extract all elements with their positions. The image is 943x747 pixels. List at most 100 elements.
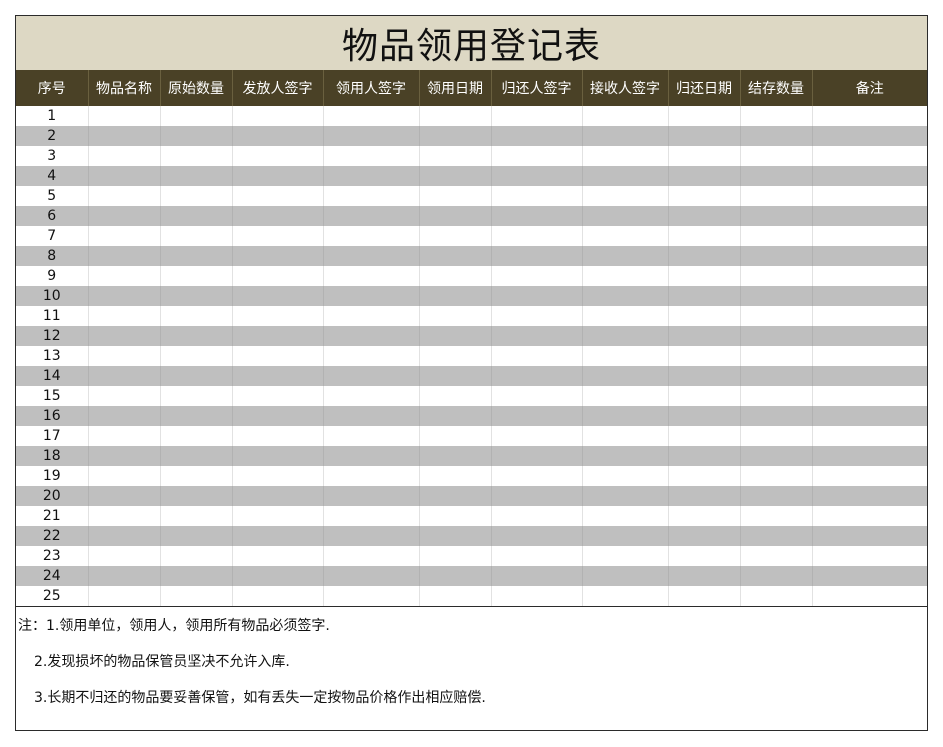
table-cell[interactable] bbox=[582, 206, 669, 226]
table-cell[interactable] bbox=[160, 306, 233, 326]
table-cell[interactable] bbox=[740, 186, 813, 206]
table-cell[interactable] bbox=[232, 346, 324, 366]
table-cell[interactable] bbox=[419, 486, 492, 506]
table-cell[interactable] bbox=[491, 586, 583, 606]
table-cell[interactable] bbox=[491, 126, 583, 146]
table-cell[interactable] bbox=[582, 246, 669, 266]
table-cell[interactable] bbox=[740, 286, 813, 306]
table-cell[interactable] bbox=[232, 146, 324, 166]
table-cell[interactable] bbox=[419, 266, 492, 286]
row-index-cell[interactable]: 1 bbox=[16, 106, 89, 126]
table-cell[interactable] bbox=[160, 526, 233, 546]
table-cell[interactable] bbox=[491, 206, 583, 226]
table-cell[interactable] bbox=[323, 426, 420, 446]
table-cell[interactable] bbox=[812, 106, 927, 126]
table-cell[interactable] bbox=[668, 526, 741, 546]
table-cell[interactable] bbox=[88, 386, 161, 406]
table-cell[interactable] bbox=[88, 186, 161, 206]
table-cell[interactable] bbox=[491, 226, 583, 246]
column-header-return-date[interactable]: 归还日期 bbox=[668, 70, 741, 106]
table-cell[interactable] bbox=[323, 206, 420, 226]
column-header-borrow-date[interactable]: 领用日期 bbox=[419, 70, 492, 106]
table-cell[interactable] bbox=[232, 106, 324, 126]
table-cell[interactable] bbox=[232, 406, 324, 426]
table-cell[interactable] bbox=[582, 146, 669, 166]
row-index-cell[interactable]: 2 bbox=[16, 126, 89, 146]
table-cell[interactable] bbox=[740, 506, 813, 526]
row-index-cell[interactable]: 24 bbox=[16, 566, 89, 586]
table-cell[interactable] bbox=[668, 326, 741, 346]
table-cell[interactable] bbox=[419, 326, 492, 346]
table-cell[interactable] bbox=[419, 506, 492, 526]
table-cell[interactable] bbox=[812, 546, 927, 566]
table-cell[interactable] bbox=[160, 206, 233, 226]
table-cell[interactable] bbox=[88, 106, 161, 126]
column-header-receiver-signature[interactable]: 接收人签字 bbox=[582, 70, 669, 106]
table-cell[interactable] bbox=[740, 346, 813, 366]
table-cell[interactable] bbox=[232, 126, 324, 146]
table-cell[interactable] bbox=[491, 466, 583, 486]
table-cell[interactable] bbox=[582, 366, 669, 386]
table-cell[interactable] bbox=[419, 466, 492, 486]
table-cell[interactable] bbox=[740, 266, 813, 286]
row-index-cell[interactable]: 25 bbox=[16, 586, 89, 606]
table-cell[interactable] bbox=[323, 526, 420, 546]
table-cell[interactable] bbox=[491, 146, 583, 166]
table-cell[interactable] bbox=[232, 246, 324, 266]
table-cell[interactable] bbox=[160, 326, 233, 346]
table-cell[interactable] bbox=[88, 486, 161, 506]
table-cell[interactable] bbox=[491, 266, 583, 286]
table-cell[interactable] bbox=[160, 486, 233, 506]
table-cell[interactable] bbox=[419, 526, 492, 546]
row-index-cell[interactable]: 18 bbox=[16, 446, 89, 466]
table-cell[interactable] bbox=[668, 306, 741, 326]
table-cell[interactable] bbox=[232, 546, 324, 566]
table-cell[interactable] bbox=[419, 166, 492, 186]
table-cell[interactable] bbox=[812, 206, 927, 226]
table-cell[interactable] bbox=[323, 166, 420, 186]
table-cell[interactable] bbox=[812, 266, 927, 286]
table-cell[interactable] bbox=[491, 566, 583, 586]
table-cell[interactable] bbox=[812, 126, 927, 146]
table-cell[interactable] bbox=[582, 326, 669, 346]
table-cell[interactable] bbox=[812, 406, 927, 426]
table-cell[interactable] bbox=[740, 246, 813, 266]
table-cell[interactable] bbox=[88, 286, 161, 306]
table-cell[interactable] bbox=[323, 346, 420, 366]
row-index-cell[interactable]: 17 bbox=[16, 426, 89, 446]
table-cell[interactable] bbox=[419, 206, 492, 226]
table-cell[interactable] bbox=[232, 386, 324, 406]
table-cell[interactable] bbox=[491, 546, 583, 566]
table-cell[interactable] bbox=[582, 226, 669, 246]
table-cell[interactable] bbox=[668, 566, 741, 586]
table-cell[interactable] bbox=[668, 406, 741, 426]
row-index-cell[interactable]: 23 bbox=[16, 546, 89, 566]
table-cell[interactable] bbox=[740, 366, 813, 386]
table-cell[interactable] bbox=[88, 126, 161, 146]
table-cell[interactable] bbox=[419, 186, 492, 206]
table-cell[interactable] bbox=[232, 486, 324, 506]
table-cell[interactable] bbox=[740, 586, 813, 606]
table-cell[interactable] bbox=[668, 386, 741, 406]
table-cell[interactable] bbox=[160, 386, 233, 406]
table-cell[interactable] bbox=[88, 246, 161, 266]
table-cell[interactable] bbox=[419, 246, 492, 266]
table-cell[interactable] bbox=[160, 186, 233, 206]
table-cell[interactable] bbox=[232, 186, 324, 206]
table-cell[interactable] bbox=[419, 566, 492, 586]
table-cell[interactable] bbox=[812, 426, 927, 446]
table-cell[interactable] bbox=[812, 486, 927, 506]
table-cell[interactable] bbox=[160, 366, 233, 386]
row-index-cell[interactable]: 22 bbox=[16, 526, 89, 546]
table-cell[interactable] bbox=[88, 266, 161, 286]
table-cell[interactable] bbox=[668, 186, 741, 206]
table-cell[interactable] bbox=[160, 446, 233, 466]
table-cell[interactable] bbox=[740, 526, 813, 546]
table-cell[interactable] bbox=[323, 506, 420, 526]
table-cell[interactable] bbox=[419, 426, 492, 446]
table-cell[interactable] bbox=[491, 366, 583, 386]
table-cell[interactable] bbox=[232, 506, 324, 526]
table-cell[interactable] bbox=[232, 166, 324, 186]
table-cell[interactable] bbox=[812, 526, 927, 546]
table-cell[interactable] bbox=[160, 266, 233, 286]
